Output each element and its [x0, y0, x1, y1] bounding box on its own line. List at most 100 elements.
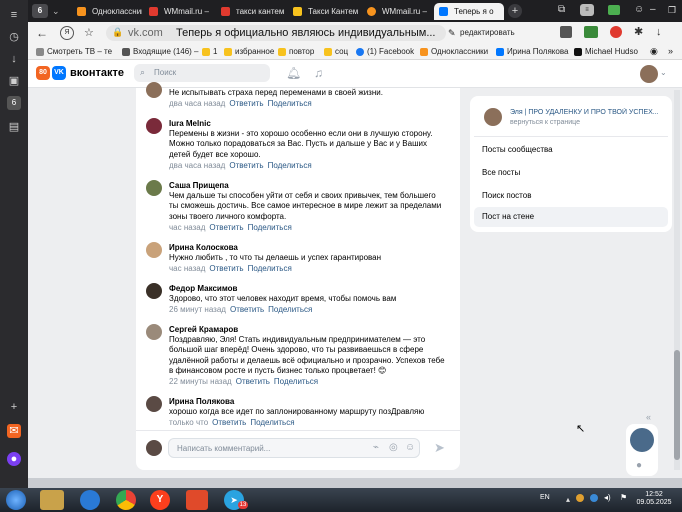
screenshot-icon[interactable]: ▣ [7, 74, 21, 88]
avatar[interactable] [146, 242, 162, 258]
download-arrow-icon[interactable]: ↓ [656, 26, 668, 38]
share-button[interactable]: Поделиться [250, 418, 294, 427]
vk-logo-icon[interactable]: VK [52, 66, 66, 80]
avatar[interactable] [640, 65, 658, 83]
community-name[interactable]: Эля | ПРО УДАЛЕНКУ И ПРО ТВОЙ УСПЕХ... [510, 108, 666, 117]
tab-wmmail-2[interactable]: WMmail.ru – [362, 3, 432, 20]
reply-button[interactable]: Ответить [209, 223, 243, 232]
extension-icon[interactable]: ≡ [580, 4, 594, 16]
music-icon[interactable]: ♫ [314, 66, 323, 80]
tab-counter[interactable]: 6 [32, 4, 48, 18]
collapse-icon[interactable]: « [646, 412, 651, 422]
comment-author[interactable]: Ирина Полякова [169, 396, 446, 407]
sync-icon[interactable] [608, 5, 620, 15]
bookmark-item[interactable]: Одноклассники [420, 46, 488, 58]
horizontal-scrollbar[interactable] [28, 478, 682, 488]
clock[interactable]: 12:52 09.05.2025 [636, 491, 672, 507]
tray-arrow-icon[interactable]: ▴ [566, 495, 570, 504]
media-player-icon[interactable] [186, 490, 208, 510]
bookmark-item[interactable]: Michael Hudso [574, 46, 638, 58]
comment-author[interactable]: Сергей Крамаров [169, 324, 446, 335]
language-indicator[interactable]: EN [540, 494, 550, 501]
community-avatar[interactable] [484, 108, 502, 126]
bookmark-item[interactable]: (1) Facebook [356, 46, 414, 58]
chevron-down-icon[interactable]: ⌄ [52, 4, 64, 18]
yandex-home-icon[interactable]: Я [60, 26, 74, 40]
alice-icon[interactable]: ● [7, 452, 21, 466]
vk-wordmark[interactable]: вконтакте [70, 66, 124, 80]
bookmarks-clock-icon[interactable]: ◉ [650, 46, 658, 57]
tray-app-icon[interactable] [576, 494, 584, 502]
reply-button[interactable]: Ответить [236, 377, 270, 386]
bookmark-item[interactable]: Входящие (146) – [122, 46, 199, 58]
start-button[interactable] [6, 490, 26, 510]
bookmark-icon[interactable]: ☆ [84, 26, 98, 40]
add-panel-icon[interactable]: + [7, 400, 21, 414]
avatar[interactable] [146, 283, 162, 299]
reply-button[interactable]: Ответить [230, 305, 264, 314]
nav-wall-post[interactable]: Пост на стене [474, 207, 668, 227]
search-input[interactable]: ⌕ Поиск [134, 64, 270, 82]
scrollbar-thumb[interactable] [674, 350, 680, 460]
camera-icon[interactable]: ◎ [389, 442, 398, 453]
tab-odnoklassniki[interactable]: Одноклассники [72, 3, 142, 20]
history-icon[interactable]: ◷ [7, 30, 21, 44]
share-button[interactable]: Поделиться [274, 377, 318, 386]
share-button[interactable]: Поделиться [268, 305, 312, 314]
tray-network-icon[interactable] [590, 494, 598, 502]
explorer-icon[interactable] [40, 490, 64, 510]
share-button[interactable]: Поделиться [268, 161, 312, 170]
bookmark-item[interactable]: избранное [224, 46, 274, 58]
download-icon[interactable]: ↓ [7, 52, 21, 66]
share-button[interactable]: Поделиться [268, 99, 312, 108]
bookmark-item[interactable]: повтор [278, 46, 314, 58]
notification-badge[interactable]: 80 [36, 66, 50, 80]
comment-author[interactable]: Iura Melnic [169, 118, 446, 129]
tab-wmmail-1[interactable]: WMmail.ru – [144, 3, 214, 20]
avatar[interactable] [146, 118, 162, 134]
tab-taxi-search[interactable]: такси кантем [216, 3, 286, 20]
reply-button[interactable]: Ответить [229, 161, 263, 170]
bookmark-item[interactable]: соц [324, 46, 348, 58]
edit-page-button[interactable]: ✎ редактировать [448, 26, 526, 40]
bookmark-item[interactable]: Ирина Полякова [496, 46, 568, 58]
flag-icon[interactable]: ⚑ [620, 493, 627, 502]
reply-button[interactable]: Ответить [229, 99, 263, 108]
yandex-browser-icon[interactable]: Y [150, 490, 170, 510]
minimize-icon[interactable]: – [650, 4, 662, 16]
share-button[interactable]: Поделиться [248, 264, 292, 273]
comment-author[interactable]: Саша Прищепа [169, 180, 446, 191]
comment-author[interactable]: Ирина Колоскова [169, 242, 446, 253]
volume-icon[interactable]: ◂) [604, 493, 611, 502]
ie-icon[interactable] [80, 490, 100, 510]
chat-avatar[interactable] [630, 428, 654, 452]
back-to-page-link[interactable]: вернуться к странице [510, 118, 580, 127]
reply-button[interactable]: Ответить [209, 264, 243, 273]
share-button[interactable]: Поделиться [248, 223, 292, 232]
chat-widget[interactable]: ● [626, 424, 658, 476]
reply-button[interactable]: Ответить [212, 418, 246, 427]
chevron-down-icon[interactable]: ⌄ [660, 68, 667, 77]
bookmark-item[interactable]: 1 [202, 46, 217, 58]
profile-icon[interactable]: ☺ [634, 4, 646, 16]
avatar[interactable] [146, 180, 162, 196]
back-icon[interactable]: ← [36, 26, 50, 40]
chat-icon[interactable]: ● [636, 460, 642, 471]
url-field[interactable]: 🔒 vk.com Теперь я официально являюсь инд… [106, 25, 446, 41]
mail-app-icon[interactable]: ✉ [7, 424, 21, 438]
copy-icon[interactable]: ⧉ [558, 4, 570, 16]
extension-2-icon[interactable] [584, 26, 598, 38]
more-icon[interactable]: » [668, 46, 673, 56]
bookmark-item[interactable]: Смотреть ТВ – те [36, 46, 112, 58]
new-tab-button[interactable]: + [508, 4, 522, 18]
attach-icon[interactable]: ⌁ [373, 442, 379, 453]
send-icon[interactable]: ➤ [434, 440, 445, 456]
scrollbar[interactable] [674, 90, 680, 470]
extension-3-icon[interactable] [610, 26, 622, 38]
puzzle-icon[interactable]: ✱ [634, 26, 646, 38]
collections-icon[interactable]: ▤ [7, 120, 21, 134]
nav-search-posts[interactable]: Поиск постов [474, 186, 668, 206]
tab-vk-active[interactable]: Теперь я о [434, 3, 504, 20]
tab-taxi[interactable]: Такси Кантем [288, 3, 360, 20]
maximize-icon[interactable]: ❐ [668, 4, 680, 16]
